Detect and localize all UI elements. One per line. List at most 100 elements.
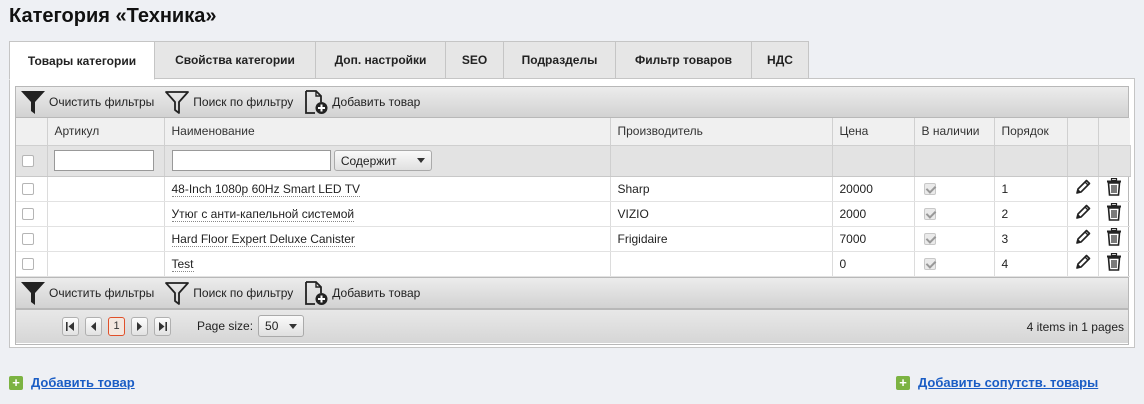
in-stock-checkbox [923,258,936,271]
tab-vat[interactable]: НДС [752,41,809,79]
trash-icon [1107,203,1122,221]
filter-in-stock-cell [914,145,995,177]
in-stock-checkbox [923,208,936,221]
header-price[interactable]: Цена [832,118,915,146]
filter-price-cell [832,145,915,177]
in-stock-cell [914,226,995,252]
row-select-cell [16,251,48,277]
row-select-cell [16,176,48,202]
tab-extra-settings[interactable]: Доп. настройки [316,41,446,79]
add-product-button[interactable]: Добавить товар [303,89,420,115]
tab-bar: Товары категории Свойства категории Доп.… [9,41,809,80]
edit-button[interactable] [1074,178,1092,196]
prev-page-icon [91,321,96,331]
filter-row: Содержит [16,145,1131,177]
match-mode-select[interactable]: Содержит [333,150,432,171]
tab-panel: Очистить фильтры Поиск по фильтру Добави… [9,78,1135,348]
search-filter-button-bottom[interactable]: Поиск по фильтру [164,280,293,306]
product-name-link[interactable]: Test [171,256,194,272]
product-name-link[interactable]: Утюг с анти-капельной системой [171,206,355,222]
delete-cell [1098,226,1130,252]
row-checkbox[interactable] [22,183,34,196]
tab-subsections[interactable]: Подразделы [504,41,616,79]
filter-sku-cell [47,145,165,177]
product-name-link[interactable]: Hard Floor Expert Deluxe Canister [171,231,355,247]
next-page-icon [137,321,142,331]
trash-icon [1107,253,1122,271]
delete-cell [1098,176,1130,202]
name-cell: Test [164,251,611,277]
grid-toolbar-top: Очистить фильтры Поиск по фильтру Добави… [16,87,1128,118]
in-stock-cell [914,251,995,277]
filter-outline-icon [165,281,190,305]
manufacturer-cell [610,251,833,277]
table-row[interactable]: 48-Inch 1080p 60Hz Smart LED TV Sharp 2000… [16,176,1130,202]
row-checkbox[interactable] [22,233,34,246]
trash-icon [1107,228,1122,246]
tab-seo[interactable]: SEO [446,41,504,79]
filter-solid-icon [21,91,45,114]
delete-button[interactable] [1106,228,1122,246]
clear-filters-label: Очистить фильтры [49,95,155,109]
next-page-button[interactable] [131,316,148,336]
prev-page-button[interactable] [85,316,102,336]
delete-button[interactable] [1106,253,1122,271]
add-document-icon [305,90,328,114]
in-stock-checkbox [923,233,936,246]
chevron-down-icon [289,323,298,329]
first-page-button[interactable] [62,316,79,336]
header-manufacturer[interactable]: Производитель [610,118,833,146]
row-checkbox[interactable] [22,208,34,221]
row-select-cell [16,201,48,227]
header-name[interactable]: Наименование [164,118,611,146]
search-filter-label: Поиск по фильтру [193,285,294,300]
product-name-link[interactable]: 48-Inch 1080p 60Hz Smart LED TV [171,181,361,197]
page-size-label: Page size: [197,319,254,333]
match-mode-value: Содержит [340,153,397,168]
select-all-checkbox[interactable] [22,155,34,168]
pencil-icon [1075,254,1090,269]
filter-order-cell [994,145,1068,177]
plus-icon: + [9,375,23,390]
add-product-label: Добавить товар [332,285,421,300]
name-cell: 48-Inch 1080p 60Hz Smart LED TV [164,176,611,202]
table-row[interactable]: Test 0 4 [16,251,1130,277]
filter-delete-cell [1098,145,1131,177]
edit-button[interactable] [1074,253,1092,271]
tab-category-properties[interactable]: Свойства категории [155,41,316,79]
current-page-button[interactable]: 1 [108,316,125,336]
tab-product-filter[interactable]: Фильтр товаров [616,41,752,79]
header-order[interactable]: Порядок [994,118,1068,146]
table-row[interactable]: Утюг с анти-капельной системой VIZIO 2000 2 [16,201,1130,227]
order-cell: 1 [994,176,1068,202]
delete-button[interactable] [1106,203,1122,221]
name-cell: Hard Floor Expert Deluxe Canister [164,226,611,252]
row-checkbox[interactable] [22,258,34,271]
sku-cell [47,226,165,252]
footer-add-related-link[interactable]: + Добавить сопутств. товары [896,375,1098,390]
search-filter-label: Поиск по фильтру [193,95,294,109]
pager-info: 4 items in 1 pages [1026,319,1124,334]
filter-name-cell: Содержит [164,145,611,177]
tab-category-products[interactable]: Товары категории [9,41,155,80]
clear-filters-button[interactable]: Очистить фильтры [20,89,154,115]
edit-button[interactable] [1074,228,1092,246]
footer-add-product-link[interactable]: + Добавить товар [9,375,135,390]
delete-button[interactable] [1106,178,1122,196]
delete-cell [1098,251,1130,277]
last-page-button[interactable] [154,316,171,336]
add-product-label: Добавить товар [332,95,421,109]
name-filter-input[interactable] [171,150,331,171]
header-in-stock[interactable]: В наличии [914,118,995,146]
in-stock-checkbox [923,183,936,196]
sku-filter-input[interactable] [53,150,154,171]
table-row[interactable]: Hard Floor Expert Deluxe Canister Frigida… [16,226,1130,252]
clear-filters-button-bottom[interactable]: Очистить фильтры [20,280,154,306]
search-filter-button[interactable]: Поиск по фильтру [164,89,293,115]
page-size-select[interactable]: 50 [258,315,305,337]
pager: 1 Page size: 50 4 items in 1 pages [16,308,1128,343]
edit-button[interactable] [1074,203,1092,221]
price-cell: 0 [832,251,915,277]
add-product-button-bottom[interactable]: Добавить товар [303,280,420,306]
header-sku[interactable]: Артикул [47,118,165,146]
